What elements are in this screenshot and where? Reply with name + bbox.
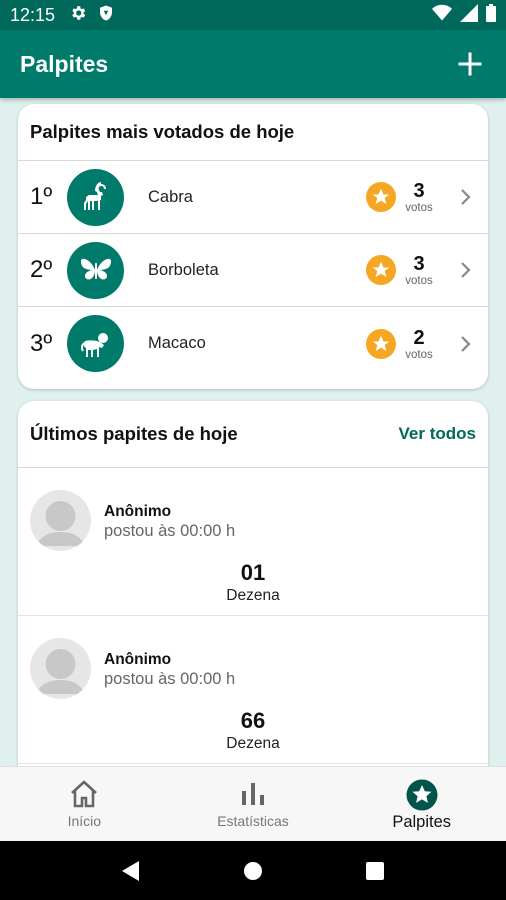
recents-button[interactable]: [355, 851, 395, 891]
latest-guesses-header: Últimos papites de hoje Ver todos: [18, 401, 488, 468]
nav-item-inicio[interactable]: Início: [0, 767, 169, 841]
home-button[interactable]: [233, 851, 273, 891]
vote-label: votos: [405, 348, 433, 361]
chevron-right-icon: [460, 261, 476, 279]
post-type: Dezena: [226, 735, 280, 752]
nav-item-estatisticas[interactable]: Estatísticas: [169, 767, 338, 841]
guess-post[interactable]: Anônimo postou às 00:00 h 66 Dezena: [18, 616, 488, 764]
chevron-right-icon: [460, 335, 476, 353]
latest-guesses-card: Últimos papites de hoje Ver todos Anônim…: [18, 401, 488, 766]
star-icon: [366, 182, 396, 212]
ranking-row[interactable]: 1º Cabra 3 votos: [18, 161, 488, 234]
animal-name: Macaco: [148, 334, 206, 352]
see-all-link[interactable]: Ver todos: [399, 424, 476, 444]
animal-name: Borboleta: [148, 260, 219, 279]
vote-count: 3: [413, 253, 425, 275]
rank-position: 3º: [30, 329, 53, 357]
goat-icon: [67, 168, 124, 226]
chevron-right-icon: [460, 188, 476, 206]
top-voted-header: Palpites mais votados de hoje: [18, 104, 488, 161]
nav-label: Estatísticas: [217, 813, 289, 829]
avatar: [30, 638, 91, 699]
back-button[interactable]: [111, 851, 151, 891]
animal-name: Cabra: [148, 187, 193, 206]
vote-label: votos: [405, 202, 433, 214]
post-number: 66: [240, 708, 266, 733]
rank-position: 1º: [30, 183, 53, 210]
shield-icon: [97, 4, 115, 27]
butterfly-icon: [67, 241, 124, 299]
monkey-icon: [67, 315, 124, 372]
system-nav-bar: [0, 841, 506, 900]
guess-post[interactable]: Anônimo postou às 00:00 h 01 Dezena: [18, 468, 488, 616]
vote-label: votos: [405, 275, 433, 287]
add-button[interactable]: [452, 46, 488, 82]
ranking-row[interactable]: 3º Macaco 2 votos: [18, 307, 488, 380]
nav-label: Início: [67, 813, 102, 829]
status-bar: 12:15: [0, 0, 506, 30]
battery-icon: [486, 3, 496, 27]
post-time: postou às 00:00 h: [104, 670, 236, 688]
rank-position: 2º: [30, 256, 53, 283]
plus-icon: [458, 52, 482, 76]
post-time: postou às 00:00 h: [104, 522, 236, 540]
ranking-row[interactable]: 2º Borboleta 3 votos: [18, 234, 488, 307]
content-scroll[interactable]: Palpites mais votados de hoje 1º Cabra 3…: [0, 98, 506, 766]
recents-square-icon: [366, 861, 384, 880]
post-number: 01: [240, 560, 266, 585]
app-bar: Palpites: [0, 30, 506, 98]
star-icon: [366, 255, 396, 285]
top-voted-title: Palpites mais votados de hoje: [30, 121, 295, 142]
status-time: 12:15: [10, 4, 56, 25]
signal-icon: [460, 3, 478, 27]
home-circle-icon: [244, 861, 262, 880]
top-voted-card: Palpites mais votados de hoje 1º Cabra 3…: [18, 104, 488, 389]
gear-icon: [69, 4, 87, 27]
nav-label: Palpites: [392, 813, 452, 831]
back-triangle-icon: [122, 860, 139, 881]
avatar: [30, 490, 91, 551]
nav-item-palpites[interactable]: Palpites: [337, 767, 506, 841]
bottom-nav: Início Estatísticas Palpites: [0, 766, 506, 841]
vote-count: 3: [413, 180, 425, 202]
page-title: Palpites: [20, 50, 109, 77]
latest-guesses-title: Últimos papites de hoje: [30, 423, 238, 444]
wifi-icon: [432, 4, 452, 27]
home-icon: [71, 780, 98, 808]
vote-count: 2: [413, 326, 425, 349]
bar-chart-icon: [242, 783, 264, 805]
post-type: Dezena: [226, 587, 280, 604]
star-icon: [406, 779, 438, 811]
star-icon: [366, 328, 396, 359]
post-user: Anônimo: [104, 651, 172, 668]
post-user: Anônimo: [104, 503, 172, 520]
